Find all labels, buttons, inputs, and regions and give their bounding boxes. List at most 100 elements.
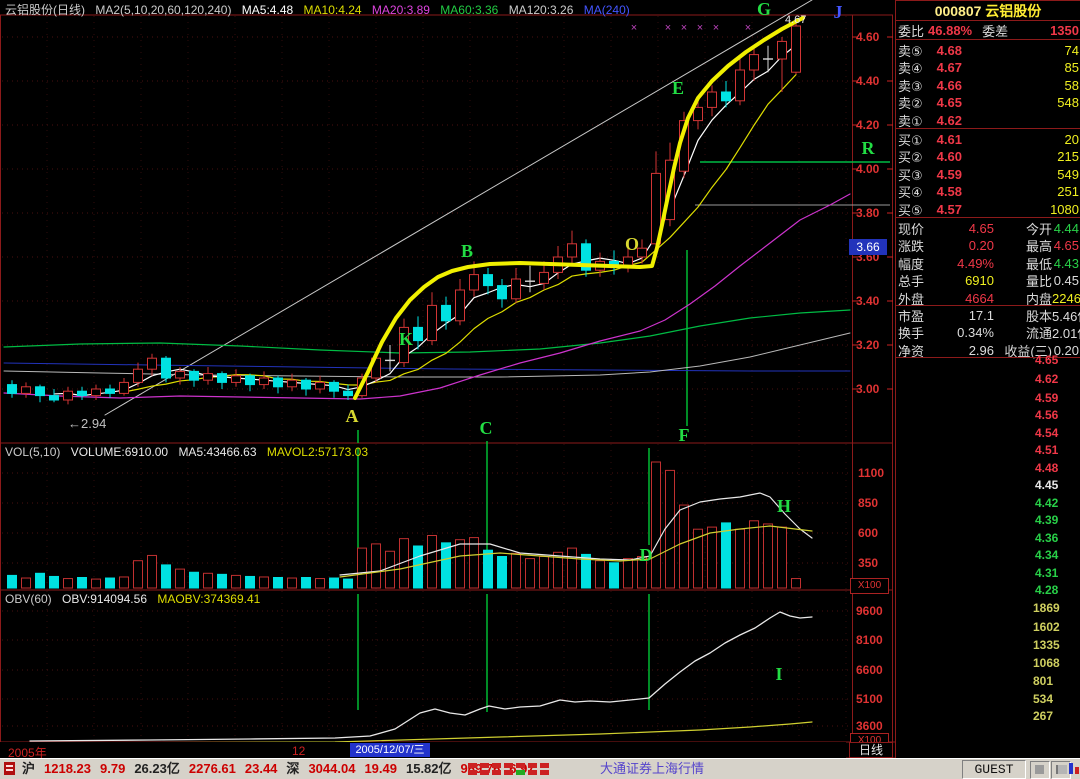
bid-volume: 251	[1057, 184, 1079, 199]
bid-label: 买②	[898, 147, 923, 166]
period-selector[interactable]: 日线	[849, 742, 893, 758]
quote-panel: 000807 云铝股份 委比 46.88% 委差 1350 卖⑤4.6874卖④…	[895, 0, 1080, 758]
stat-value: 2.96	[938, 343, 994, 358]
obv-axis-label: 5100	[856, 692, 883, 706]
heat-block	[492, 763, 501, 768]
bid-volume: 1080	[1050, 202, 1079, 217]
user-badge: GUEST	[962, 760, 1026, 779]
weibi-label: 委比	[898, 21, 924, 40]
intraday-price-label: 4.54	[1035, 426, 1058, 440]
stat-label: 最低	[994, 254, 1052, 273]
volume-axis-label: 600	[858, 526, 878, 540]
market-icon[interactable]	[2, 761, 18, 777]
price-tag-366: 3.66	[849, 239, 887, 255]
index-value: 深	[286, 761, 299, 776]
stat-value: 17.1	[938, 308, 994, 323]
obv-axis-label: 9600	[856, 604, 883, 618]
ask-label: 卖④	[898, 58, 923, 77]
window-icon-1[interactable]	[1030, 761, 1050, 779]
ask-volume: 548	[1057, 95, 1079, 110]
intraday-price-label: 4.48	[1035, 461, 1058, 475]
high-price-label: 4.67	[785, 14, 806, 26]
bid-row: 买①4.6120	[898, 130, 1079, 148]
obv-indicator-label: OBV(60)	[5, 592, 52, 606]
ask-price: 4.66	[937, 78, 962, 93]
chart-letter-R: R	[862, 139, 875, 157]
heat-block	[528, 763, 537, 768]
price-axis-label: 3.80	[856, 206, 879, 220]
heat-block	[468, 763, 477, 768]
crosshair-date-label: 2005/12/07/三	[350, 743, 430, 757]
bid-volume: 549	[1057, 167, 1079, 182]
stat-label: 幅度	[898, 254, 938, 273]
intraday-volume-label: 801	[1033, 674, 1053, 688]
ask-volume: 85	[1065, 60, 1079, 75]
stat-value: 4.49%	[938, 256, 994, 271]
bid-label: 买④	[898, 182, 923, 201]
bid-row: 买②4.60215	[898, 148, 1079, 166]
stat-label: 最高	[994, 236, 1052, 255]
intraday-price-label: 4.28	[1035, 583, 1058, 597]
quote-title: 000807 云铝股份	[896, 1, 1080, 21]
ma20-value: MA20:3.89	[372, 3, 430, 17]
heat-block	[528, 770, 537, 775]
ask-volume: 74	[1065, 43, 1079, 58]
stat-value: 2246	[1052, 291, 1080, 306]
heat-block	[480, 770, 489, 775]
market-heat-blocks	[468, 762, 554, 777]
expma-cross-mark: ×	[665, 22, 671, 34]
chart-letter-D: D	[640, 546, 653, 564]
heat-block	[504, 770, 513, 775]
stat-row: 外盘4664内盘2246	[898, 289, 1079, 307]
bid-row: 买④4.58251	[898, 183, 1079, 201]
bid-volume: 20	[1065, 132, 1079, 147]
intraday-price-label: 4.56	[1035, 408, 1058, 422]
heat-block	[480, 763, 489, 768]
stat-value: 6910	[938, 273, 994, 288]
obv-pane-header: OBV(60) OBV:914094.56 MAOBV:374369.41	[5, 592, 267, 606]
ma-params-label: MA2(5,10,20,60,120,240)	[95, 3, 231, 17]
index-value: 3044.04	[308, 761, 355, 776]
intraday-price-label: 4.59	[1035, 391, 1058, 405]
bid-label: 买③	[898, 165, 923, 184]
price-axis-label: 3.40	[856, 294, 879, 308]
expma-cross-mark: ×	[631, 22, 637, 34]
connection-icon[interactable]	[1066, 761, 1080, 777]
vol-indicator-label: VOL(5,10)	[5, 445, 60, 459]
volume-axis-label: 850	[858, 496, 878, 510]
heat-block	[504, 763, 513, 768]
ask-row: 卖⑤4.6874	[898, 41, 1079, 59]
heat-block	[492, 770, 501, 775]
volume-axis-label: 350	[858, 556, 878, 570]
price-axis-label: 4.60	[856, 30, 879, 44]
intraday-price-label: 4.62	[1035, 372, 1058, 386]
date-axis: 2005年 12 2005/12/07/三	[0, 742, 846, 758]
bid-price: 4.61	[937, 132, 962, 147]
expma-cross-mark: ×	[697, 22, 703, 34]
expma-cross-mark: ×	[745, 22, 751, 34]
ask-volume: 58	[1065, 78, 1079, 93]
stat-row: 市盈17.1股本5.46亿	[898, 306, 1079, 324]
stat-value: 4664	[938, 291, 994, 306]
ma120-value: MA120:3.26	[509, 3, 574, 17]
stat-label: 换手	[898, 323, 938, 342]
price-axis-label: 3.00	[856, 382, 879, 396]
ask-row: 卖③4.6658	[898, 76, 1079, 94]
chart-letter-A: A	[346, 407, 359, 425]
bid-row: 买③4.59549	[898, 165, 1079, 183]
stat-value: 2.01亿	[1052, 323, 1080, 342]
stat-value: 4.65	[938, 221, 994, 236]
low-price-label: ←2.94	[68, 416, 106, 431]
bid-price: 4.60	[937, 149, 962, 164]
main-chart-header: 云铝股份(日线) MA2(5,10,20,60,120,240) MA5:4.4…	[5, 1, 637, 18]
chart-letter-C: C	[480, 419, 493, 437]
bid-row: 买⑤4.571080	[898, 200, 1079, 218]
heat-block	[468, 770, 477, 775]
obv-ma-value: MAOBV:374369.41	[157, 592, 260, 606]
ma10-value: MA10:4.24	[304, 3, 362, 17]
intraday-volume-label: 1068	[1033, 656, 1060, 670]
stat-row: 幅度4.49%最低4.43	[898, 254, 1079, 272]
ma60-value: MA60:3.36	[440, 3, 498, 17]
chart-letter-K: K	[399, 330, 413, 348]
vol-ma5-value: MA5:43466.63	[178, 445, 256, 459]
